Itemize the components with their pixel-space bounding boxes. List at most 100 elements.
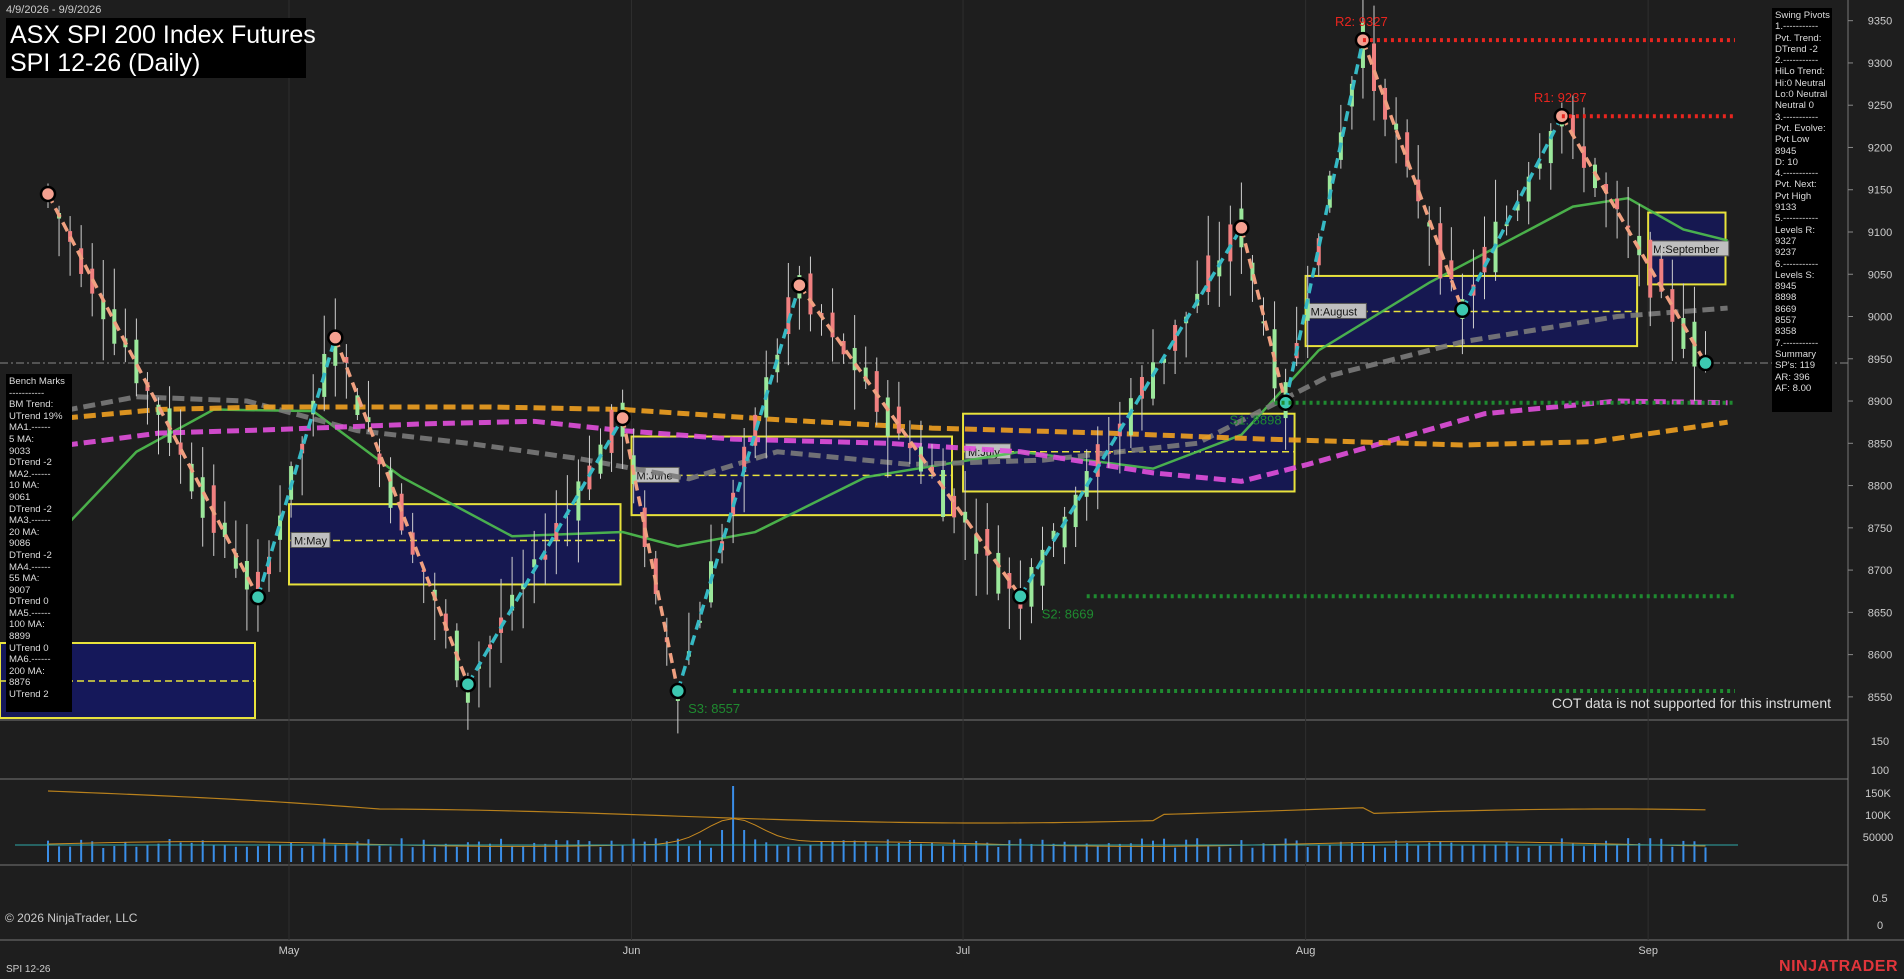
swing-high-marker [39,185,57,203]
monthly-range-box [288,503,622,586]
bench-mark-line: DTrend -2 [9,549,52,561]
swing-pivot-line: 1.----------- [1775,21,1819,33]
price-tick-label: 9000 [1868,312,1892,324]
candle-body [1615,198,1620,210]
swing-low-marker [249,588,267,606]
candle-body [1228,224,1233,262]
oscillator-tick-label: 100 [1871,765,1889,777]
swing-pivot-line: 8898 [1775,292,1797,304]
candle-body [1173,325,1178,351]
swing-pivot-line: 8669 [1775,303,1797,315]
price-tick-label: 8550 [1868,692,1892,704]
price-tick-label: 8650 [1868,607,1892,619]
price-tick-label: 9050 [1868,269,1892,281]
bench-mark-line: MA6.------ [9,654,51,666]
price-tick-label: 8600 [1868,650,1892,662]
candle-body [996,552,1001,594]
candle-body [1670,289,1675,322]
price-tick-label: 8950 [1868,354,1892,366]
bench-mark-line: MA2.------ [9,468,51,480]
price-tick-label: 9200 [1868,142,1892,154]
price-tick-label: 9300 [1868,58,1892,70]
swing-pivot-line: Levels S: [1775,269,1815,281]
candle-body [244,560,249,590]
volume-tick-label: 150K [1865,788,1891,800]
chart-title-box: ASX SPI 200 Index Futures SPI 12-26 (Dai… [6,18,316,78]
pivot-level-label: R2: 9327 [1335,14,1388,29]
swing-low-marker [1454,301,1471,318]
swing-pivot-line: Pvt. Evolve: [1775,122,1826,134]
price-tick-label: 9350 [1868,16,1892,28]
swing-low-marker [669,682,687,700]
swing-pivots-panel: Swing Pivots 1.----------- Pvt. Trend: DTre… [1772,8,1832,412]
candle-body [1449,260,1454,280]
swing-pivot-line: D: 10 [1775,156,1798,168]
swing-pivot-line: 6.----------- [1775,258,1819,270]
swing-high-marker [791,276,808,294]
month-label: Aug [1296,945,1316,957]
candles-layer [46,0,1708,734]
price-chart[interactable]: May Jun Jul Aug Sep M:MayM:JuneM:JulyM:Augus… [0,0,1904,979]
lower-panel-tick-label: 0 [1877,920,1883,932]
price-tick-label: 8750 [1868,523,1892,535]
oscillator-tick-label: 150 [1871,736,1889,748]
candle-body [896,406,901,434]
candle-body [1394,123,1399,130]
price-tick-label: 9250 [1868,100,1892,112]
swing-pivot-line: 5.----------- [1775,213,1819,225]
swing-pivot-line: 9133 [1775,202,1797,214]
swing-line [1361,39,1465,311]
swing-pivot-line: Levels R: [1775,224,1815,236]
bench-mark-line: UTrend 2 [9,689,49,701]
swing-pivot-line: AF: 8.00 [1775,382,1812,394]
bench-mark-line: 10 MA: [9,480,40,492]
month-label: May [279,945,300,957]
swing-pivot-line: 8945 [1775,281,1797,293]
pivot-level-label: S1: 8898 [1230,413,1282,428]
instrument-title: ASX SPI 200 Index Futures [10,21,316,49]
swing-line [46,193,260,598]
price-tick-label: 9150 [1868,185,1892,197]
ninjatrader-logo: NINJATRADER [1779,958,1898,975]
bench-mark-line: 55 MA: [9,573,40,585]
swing-pivot-line: 9237 [1775,247,1797,259]
cot-note: COT data is not supported for this instr… [1551,695,1831,711]
candle-body [1139,377,1144,399]
bench-mark-line: UTrend 19% [9,410,63,422]
bench-mark-line: 9007 [9,584,31,596]
candle-body [808,273,813,315]
candle-body [399,493,404,531]
bench-mark-line: 8876 [9,677,31,689]
candle-body [1151,362,1155,399]
pivot-level-label: S2: 8669 [1042,606,1094,621]
bench-mark-line: 100 MA: [9,619,45,631]
instrument-period: SPI 12-26 (Daily) [10,49,201,77]
swing-pivot-line: SP's: 119 [1775,360,1816,372]
price-tick-label: 8800 [1868,481,1892,493]
candle-body [1040,549,1045,586]
swing-pivot-line: Lo:0 Neutral [1775,89,1828,101]
volume-average-line [47,818,1706,847]
pivot-level-label: S3: 8557 [688,701,740,716]
month-label: Jul [956,945,970,957]
swing-pivot-line: Pvt. Next: [1775,179,1817,191]
bench-mark-line: MA3.------ [9,515,51,527]
swing-pivot-line: 3.----------- [1775,111,1819,123]
swing-pivot-line: 8945 [1775,145,1797,157]
bench-mark-line: 20 MA: [9,526,40,538]
month-label: Jun [623,945,641,957]
swing-pivot-line: Neutral 0 [1775,100,1814,112]
bench-mark-line: 8899 [9,631,31,643]
monthly-box-label: M:August [1311,306,1357,318]
date-range: 4/9/2026 - 9/9/2026 [6,4,102,16]
oscillator-line [47,790,1706,824]
lower-panels-layer [15,786,1738,862]
swing-pivot-line: 9327 [1775,235,1797,247]
candle-body [1029,567,1034,607]
bench-marks-panel: Bench Marks ----------- BM Trend: UTrend 19… [6,374,72,712]
swing-pivot-line: HiLo Trend: [1775,66,1825,78]
swing-pivot-line: DTrend -2 [1775,43,1818,55]
bench-mark-line: ----------- [9,387,45,399]
swing-high-marker [327,329,344,346]
pivot-levels-layer: R2: 9327 R1: 9237 S1: 8898 S2: 8669 S3: 8557 [688,14,1735,716]
